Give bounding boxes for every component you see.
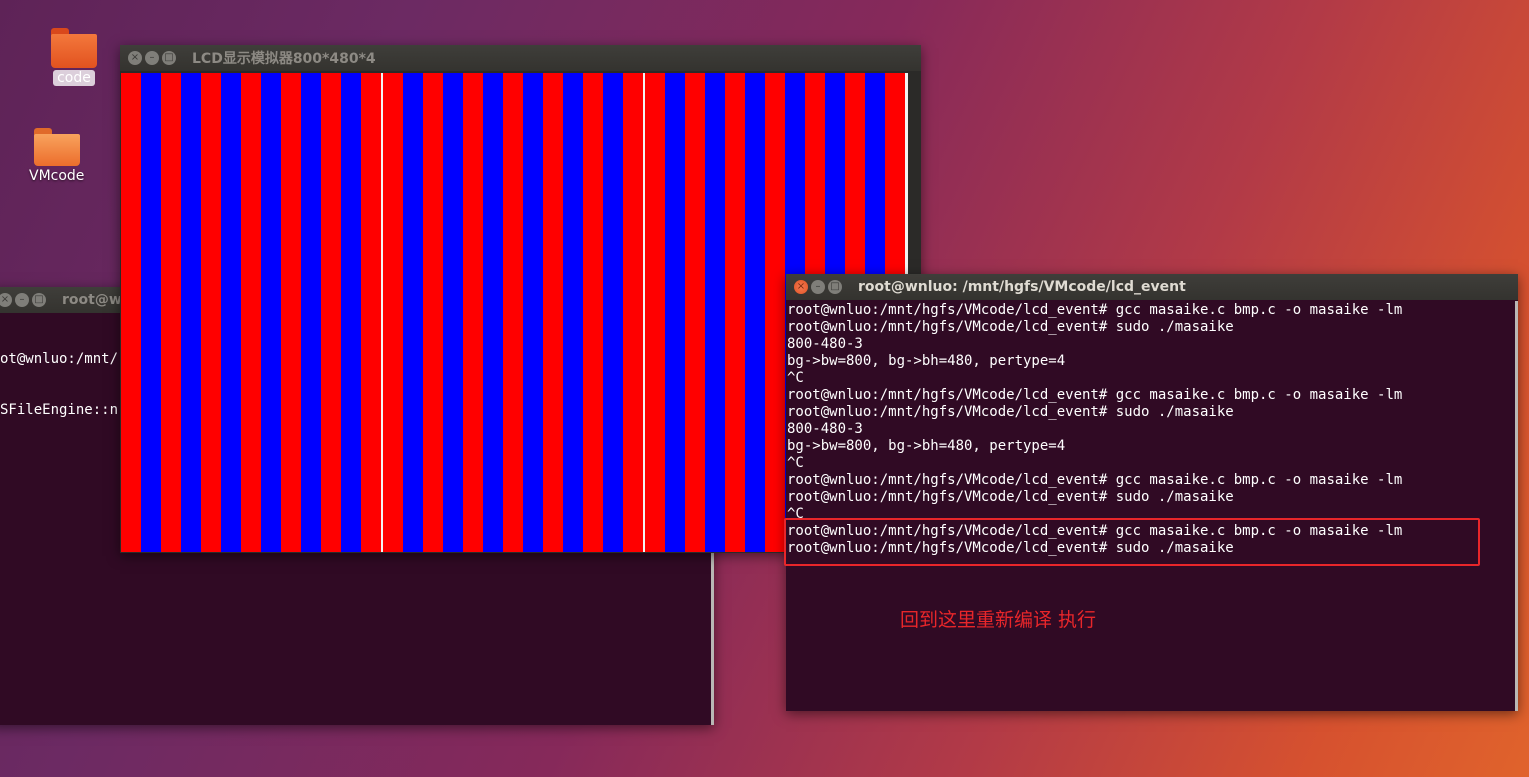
scrollbar[interactable]: [1515, 301, 1518, 711]
terminal-line: bg->bw=800, bg->bh=480, pertype=4: [787, 438, 1066, 454]
red-stripe: [463, 73, 483, 552]
window-title: root@wnluo: /mnt/hgfs/VMcode/lcd_event: [858, 279, 1186, 295]
red-stripe: [645, 73, 665, 552]
close-button[interactable]: ×: [128, 51, 142, 65]
blue-stripe: [603, 73, 623, 552]
folder-icon: [33, 128, 80, 166]
blue-stripe: [403, 73, 423, 552]
desktop-icon-label: code: [53, 70, 95, 86]
blue-stripe: [141, 73, 161, 552]
blue-stripe: [523, 73, 543, 552]
folder-icon: [51, 28, 97, 68]
close-button[interactable]: ×: [0, 293, 12, 307]
maximize-button[interactable]: □: [828, 280, 842, 294]
red-stripe: [623, 73, 643, 552]
terminal-line: 800-480-3: [787, 336, 863, 352]
red-stripe: [543, 73, 563, 552]
red-stripe: [423, 73, 443, 552]
red-stripe: [201, 73, 221, 552]
blue-stripe: [563, 73, 583, 552]
desktop-icon-label: VMcode: [29, 168, 85, 184]
window-title: LCD显示模拟器800*480*4: [192, 51, 376, 67]
red-stripe: [503, 73, 523, 552]
desktop-icon-vmcode[interactable]: VMcode: [25, 128, 88, 184]
title-bar[interactable]: × – □ root@wnluo: /mnt/hgfs/VMcode/lcd_e…: [786, 274, 1518, 300]
terminal-line: ^C: [787, 370, 804, 386]
terminal-window-right[interactable]: × – □ root@wnluo: /mnt/hgfs/VMcode/lcd_e…: [786, 274, 1518, 711]
annotation-highlight-box: [784, 518, 1480, 566]
red-stripe: [725, 73, 745, 552]
minimize-button[interactable]: –: [811, 280, 825, 294]
red-stripe: [321, 73, 341, 552]
terminal-line: root@wnluo:/mnt/hgfs/VMcode/lcd_event# s…: [787, 489, 1234, 505]
minimize-button[interactable]: –: [15, 293, 29, 307]
blue-stripe: [745, 73, 765, 552]
terminal-line: root@wnluo:/mnt/hgfs/VMcode/lcd_event# s…: [787, 319, 1234, 335]
minimize-button[interactable]: –: [145, 51, 159, 65]
terminal-line: root@wnluo:/mnt/hgfs/VMcode/lcd_event# g…: [787, 302, 1403, 318]
maximize-button[interactable]: □: [32, 293, 46, 307]
terminal-line: root@wnluo:/mnt/hgfs/VMcode/lcd_event# g…: [787, 387, 1403, 403]
blue-stripe: [301, 73, 321, 552]
red-stripe: [161, 73, 181, 552]
blue-stripe: [483, 73, 503, 552]
red-stripe: [281, 73, 301, 552]
blue-stripe: [443, 73, 463, 552]
blue-stripe: [261, 73, 281, 552]
terminal-line: root@wnluo:/mnt/hgfs/VMcode/lcd_event# g…: [787, 472, 1403, 488]
red-stripe: [361, 73, 381, 552]
terminal-line: root@wnluo:/mnt/hgfs/VMcode/lcd_event# s…: [787, 404, 1234, 420]
red-stripe: [383, 73, 403, 552]
title-bar[interactable]: × – □ LCD显示模拟器800*480*4: [120, 45, 921, 71]
blue-stripe: [221, 73, 241, 552]
red-stripe: [765, 73, 785, 552]
red-stripe: [241, 73, 261, 552]
blue-stripe: [705, 73, 725, 552]
red-stripe: [685, 73, 705, 552]
terminal-line: ^C: [787, 455, 804, 471]
red-stripe: [121, 73, 141, 552]
blue-stripe: [665, 73, 685, 552]
terminal-line: 800-480-3: [787, 421, 863, 437]
desktop-icon-code[interactable]: code: [51, 28, 97, 86]
maximize-button[interactable]: □: [162, 51, 176, 65]
annotation-text: 回到这里重新编译 执行: [900, 609, 1097, 631]
terminal-line: bg->bw=800, bg->bh=480, pertype=4: [787, 353, 1066, 369]
red-stripe: [583, 73, 603, 552]
blue-stripe: [341, 73, 361, 552]
close-button[interactable]: ×: [794, 280, 808, 294]
blue-stripe: [181, 73, 201, 552]
